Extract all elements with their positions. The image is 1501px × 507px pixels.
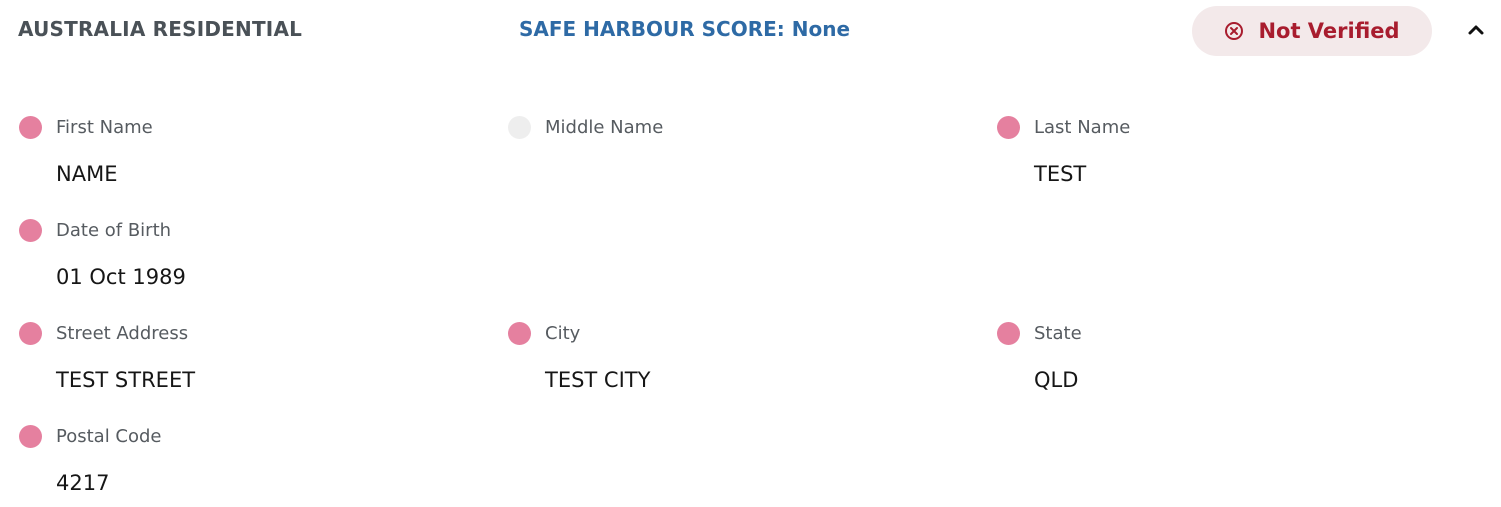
field-value: TEST STREET [56,368,196,392]
collapse-button[interactable] [1464,18,1488,42]
match-indicator [508,322,531,345]
field-value: TEST [1034,162,1087,186]
chevron-up-icon [1464,25,1488,46]
match-indicator [997,116,1020,139]
verification-header: AUSTRALIA RESIDENTIAL SAFE HARBOUR SCORE… [0,0,1501,62]
match-indicator [19,425,42,448]
field-label: Date of Birth [56,220,172,241]
field-label: Last Name [1034,117,1131,138]
match-indicator [508,116,531,139]
field-label: First Name [56,117,153,138]
match-indicator [19,219,42,242]
field-value: NAME [56,162,118,186]
status-badge: Not Verified [1192,6,1432,56]
field-label: Street Address [56,323,189,344]
match-indicator [997,322,1020,345]
section-title: AUSTRALIA RESIDENTIAL [18,17,303,41]
field-value: 4217 [56,471,110,495]
x-circle-icon [1224,21,1244,41]
field-value: 01 Oct 1989 [56,265,186,289]
match-indicator [19,322,42,345]
field-label: Middle Name [545,117,664,138]
field-value: QLD [1034,368,1079,392]
field-label: Postal Code [56,426,162,447]
safe-harbour-score: SAFE HARBOUR SCORE: None [519,17,851,41]
status-label: Not Verified [1258,19,1400,43]
field-label: City [545,323,581,344]
match-indicator [19,116,42,139]
field-label: State [1034,323,1082,344]
field-value: TEST CITY [545,368,651,392]
